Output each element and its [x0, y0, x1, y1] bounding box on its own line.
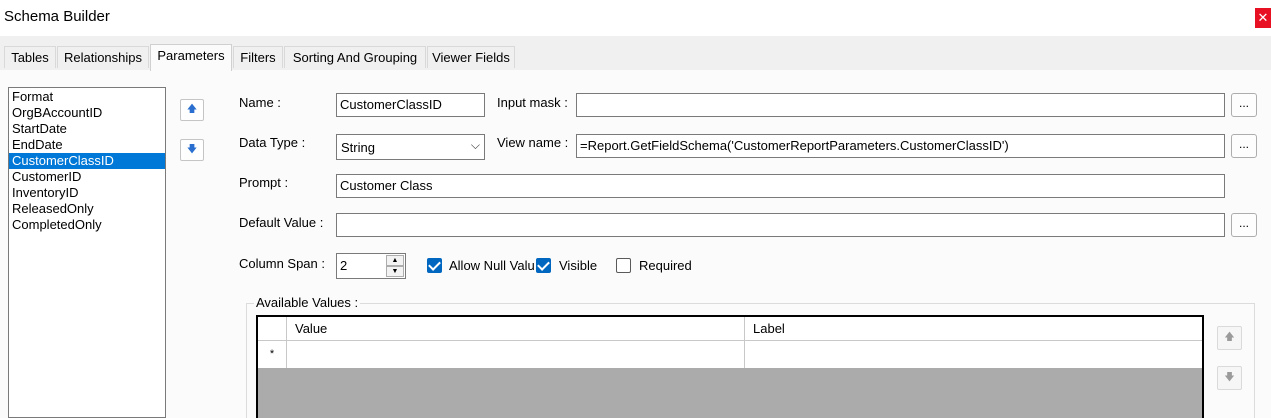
- new-row-value-cell[interactable]: [287, 341, 745, 368]
- parameters-list[interactable]: Format OrgBAccountID StartDate EndDate C…: [8, 87, 166, 418]
- required-checkbox[interactable]: [616, 258, 631, 273]
- new-row-label-cell[interactable]: [745, 341, 1202, 368]
- view-name-label: View name :: [497, 135, 569, 150]
- list-item[interactable]: CustomerID: [9, 169, 165, 185]
- default-value-field[interactable]: [336, 213, 1225, 237]
- data-type-label: Data Type :: [239, 135, 306, 150]
- column-header-label[interactable]: Label: [745, 317, 1202, 341]
- default-value-browse-button[interactable]: ...: [1231, 213, 1257, 237]
- tab-viewer-fields[interactable]: Viewer Fields: [427, 46, 515, 68]
- view-name-browse-button[interactable]: ...: [1231, 134, 1257, 158]
- spin-up-icon[interactable]: ▲: [386, 255, 404, 266]
- prompt-label: Prompt :: [239, 175, 289, 190]
- data-type-select[interactable]: String ⌵: [336, 134, 485, 160]
- checkmark-icon: [428, 258, 441, 271]
- window-title: Schema Builder: [4, 8, 110, 25]
- column-span-stepper[interactable]: 2 ▲ ▼: [336, 253, 406, 279]
- available-values-title: Available Values :: [254, 295, 361, 310]
- value-move-up-button[interactable]: 🡅: [1217, 326, 1242, 350]
- tab-tables[interactable]: Tables: [4, 46, 56, 68]
- tab-filters[interactable]: Filters: [233, 46, 283, 68]
- table-row-new[interactable]: *: [258, 341, 1202, 368]
- input-mask-browse-button[interactable]: ...: [1231, 93, 1257, 117]
- visible-label: Visible: [559, 258, 598, 273]
- close-icon[interactable]: ✕: [1255, 8, 1271, 28]
- input-mask-field[interactable]: [576, 93, 1225, 117]
- tab-parameters[interactable]: Parameters: [150, 44, 232, 71]
- column-header-value[interactable]: Value: [287, 317, 745, 341]
- move-up-button[interactable]: 🡅: [180, 99, 204, 121]
- spin-down-icon[interactable]: ▼: [386, 266, 404, 277]
- visible-checkbox[interactable]: [536, 258, 551, 273]
- name-label: Name :: [239, 95, 281, 110]
- grid-corner: [258, 317, 287, 341]
- list-item[interactable]: InventoryID: [9, 185, 165, 201]
- arrow-down-icon: 🡇: [1224, 372, 1235, 383]
- list-item[interactable]: ReleasedOnly: [9, 201, 165, 217]
- list-item[interactable]: OrgBAccountID: [9, 105, 165, 121]
- list-item[interactable]: EndDate: [9, 137, 165, 153]
- allow-null-label: Allow Null Valu: [449, 258, 535, 273]
- prompt-field[interactable]: Customer Class: [336, 174, 1225, 198]
- arrow-up-icon: 🡅: [186, 104, 198, 115]
- default-value-label: Default Value :: [239, 215, 324, 230]
- available-values-grid[interactable]: Value Label *: [256, 315, 1204, 418]
- input-mask-label: Input mask :: [497, 95, 568, 110]
- allow-null-checkbox[interactable]: [427, 258, 442, 273]
- grid-header: Value Label: [258, 317, 1202, 341]
- arrow-up-icon: 🡅: [1224, 332, 1235, 343]
- list-item[interactable]: CompletedOnly: [9, 217, 165, 233]
- checkmark-icon: [537, 258, 550, 271]
- list-item-selected[interactable]: CustomerClassID: [9, 153, 165, 169]
- new-row-marker: *: [258, 341, 287, 368]
- column-span-label: Column Span :: [239, 256, 325, 271]
- name-field[interactable]: CustomerClassID: [336, 93, 485, 117]
- spin-buttons: ▲ ▼: [386, 255, 404, 277]
- move-down-button[interactable]: 🡇: [180, 139, 204, 161]
- required-label: Required: [639, 258, 692, 273]
- view-name-field[interactable]: =Report.GetFieldSchema('CustomerReportPa…: [576, 134, 1225, 158]
- chevron-down-icon: ⌵: [470, 138, 480, 152]
- value-move-down-button[interactable]: 🡇: [1217, 366, 1242, 390]
- list-item[interactable]: StartDate: [9, 121, 165, 137]
- list-item[interactable]: Format: [9, 89, 165, 105]
- tab-sorting-and-grouping[interactable]: Sorting And Grouping: [284, 46, 426, 68]
- arrow-down-icon: 🡇: [186, 144, 198, 155]
- data-type-value: String: [341, 140, 375, 155]
- tab-strip: Tables Relationships Parameters Filters …: [0, 44, 1271, 71]
- tab-relationships[interactable]: Relationships: [57, 46, 149, 68]
- column-span-value: 2: [340, 258, 348, 273]
- title-bar: Schema Builder ✕: [0, 0, 1271, 36]
